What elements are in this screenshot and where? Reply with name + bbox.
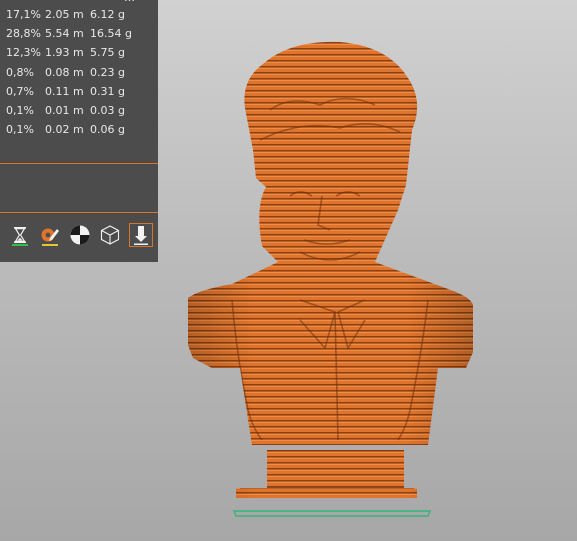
3d-preview-canvas[interactable] xyxy=(0,0,577,541)
sliced-bust-model[interactable] xyxy=(180,30,480,510)
print-bed-outline xyxy=(232,510,432,517)
